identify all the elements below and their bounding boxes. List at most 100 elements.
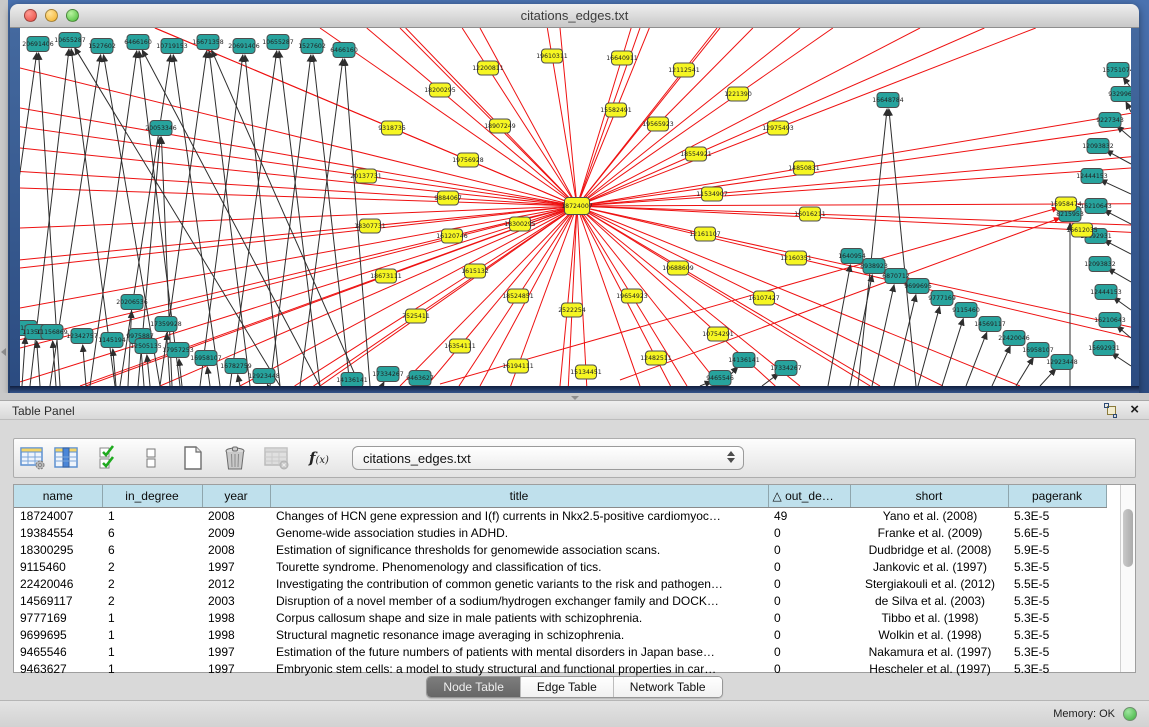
table-scrollbar-thumb[interactable] bbox=[1123, 509, 1133, 567]
network-node-teal[interactable]: 12505135 bbox=[130, 339, 162, 354]
close-panel-icon[interactable]: × bbox=[1130, 403, 1139, 417]
delete-column-button[interactable] bbox=[220, 443, 250, 473]
table-row[interactable]: 1456911722003Disruption of a novel membe… bbox=[14, 592, 1106, 609]
network-node-teal[interactable]: 12093832 bbox=[1084, 257, 1116, 272]
network-node-yellow[interactable]: 16016211 bbox=[794, 207, 826, 221]
citation-graph[interactable]: 2069140610655287152760264661601071915316… bbox=[20, 28, 1131, 386]
network-node-teal[interactable]: 12923448 bbox=[1046, 355, 1078, 370]
show-columns-button[interactable] bbox=[52, 443, 82, 473]
network-node-yellow[interactable]: 18300295 bbox=[504, 217, 536, 231]
network-node-teal[interactable]: 12444153 bbox=[1076, 169, 1108, 184]
network-node-teal[interactable]: 11156869 bbox=[36, 325, 68, 340]
network-node-teal[interactable]: 16958107 bbox=[1022, 343, 1054, 358]
network-canvas[interactable]: 2069140610655287152760264661601071915316… bbox=[20, 28, 1131, 386]
network-node-teal[interactable]: 6870712 bbox=[882, 269, 910, 284]
network-node-yellow[interactable]: 1615132 bbox=[461, 264, 489, 278]
network-node-teal[interactable]: 9227343 bbox=[1096, 113, 1124, 128]
network-node-teal[interactable]: 15692931 bbox=[1088, 341, 1120, 356]
network-node-teal[interactable]: 1640954 bbox=[838, 249, 866, 264]
table-row[interactable]: 977716911998Corpus callosum shape and si… bbox=[14, 609, 1106, 626]
network-node-yellow[interactable]: 2522254 bbox=[558, 303, 586, 317]
network-node-teal[interactable]: 17334267 bbox=[372, 367, 404, 382]
create-column-button[interactable] bbox=[178, 443, 208, 473]
network-node-yellow[interactable]: 18307731 bbox=[354, 219, 386, 233]
table-scrollbar[interactable] bbox=[1120, 485, 1135, 672]
network-node-teal[interactable]: 6466160 bbox=[124, 35, 152, 50]
network-node-teal[interactable]: 14136141 bbox=[728, 353, 760, 368]
network-node-yellow[interactable]: 11534907 bbox=[696, 187, 728, 201]
table-row[interactable]: 946362711997Embryonic stem cells: a mode… bbox=[14, 660, 1106, 677]
network-node-teal[interactable]: 14136141 bbox=[336, 373, 368, 387]
network-node-teal[interactable]: 9777169 bbox=[928, 291, 956, 306]
table-row[interactable]: 911546021997Tourette syndrome. Phenomeno… bbox=[14, 558, 1106, 575]
clear-selection-button[interactable] bbox=[136, 443, 166, 473]
network-node-teal[interactable]: 16671358 bbox=[192, 35, 224, 50]
network-node-teal[interactable]: 12093832 bbox=[1082, 139, 1114, 154]
network-node-teal[interactable]: 9329966 bbox=[1108, 87, 1131, 102]
float-panel-icon[interactable] bbox=[1104, 403, 1118, 417]
network-node-teal[interactable]: 12342757 bbox=[66, 329, 98, 344]
network-node-teal[interactable]: 1527602 bbox=[298, 39, 326, 54]
network-node-teal[interactable]: 12923448 bbox=[248, 369, 280, 384]
function-builder-button[interactable]: f(x) bbox=[304, 443, 334, 473]
table-row[interactable]: 2242004622012Investigating the contribut… bbox=[14, 575, 1106, 592]
network-node-teal[interactable]: 16648784 bbox=[872, 93, 904, 108]
network-node-teal[interactable]: 9465546 bbox=[706, 371, 734, 386]
table-row[interactable]: 1872400712008Changes of HCN gene express… bbox=[14, 507, 1106, 524]
select-rows-button[interactable] bbox=[94, 443, 124, 473]
column-header-name[interactable]: name bbox=[14, 485, 102, 507]
network-node-yellow[interactable]: 16640911 bbox=[606, 51, 638, 65]
table-row[interactable]: 1938455462009Genome-wide association stu… bbox=[14, 524, 1106, 541]
network-node-teal[interactable]: 1145194 bbox=[98, 333, 126, 348]
network-node-teal[interactable]: 17334267 bbox=[770, 361, 802, 376]
network-node-yellow[interactable]: 9318735 bbox=[378, 121, 406, 135]
network-node-teal[interactable]: 16210643 bbox=[1094, 313, 1126, 328]
network-node-hub[interactable]: 18724007 bbox=[561, 198, 593, 215]
tab-network-table[interactable]: Network Table bbox=[614, 677, 722, 697]
network-node-yellow[interactable]: 12112541 bbox=[668, 63, 700, 77]
network-node-yellow[interactable]: 16194111 bbox=[502, 359, 534, 373]
network-node-teal[interactable]: 12444153 bbox=[1090, 285, 1122, 300]
network-node-teal[interactable]: 17359928 bbox=[150, 317, 182, 332]
column-header-title[interactable]: title bbox=[270, 485, 768, 507]
network-node-teal[interactable]: 1527602 bbox=[88, 39, 116, 54]
network-node-yellow[interactable]: 15134451 bbox=[570, 365, 602, 379]
network-node-teal[interactable]: 20691406 bbox=[22, 37, 54, 52]
network-node-teal[interactable]: 22420046 bbox=[998, 331, 1030, 346]
column-header-pagerank[interactable]: pagerank bbox=[1008, 485, 1106, 507]
table-row[interactable]: 1830029562008Estimation of significance … bbox=[14, 541, 1106, 558]
network-node-teal[interactable]: 15751074 bbox=[1102, 63, 1131, 78]
network-node-teal[interactable]: 10719153 bbox=[156, 39, 188, 54]
network-node-teal[interactable]: 17957253 bbox=[162, 343, 194, 358]
network-window-titlebar[interactable]: citations_edges.txt bbox=[10, 4, 1139, 28]
column-header-short[interactable]: short bbox=[850, 485, 1008, 507]
network-node-yellow[interactable]: 16354111 bbox=[444, 339, 476, 353]
network-node-yellow[interactable]: 7525411 bbox=[402, 309, 430, 323]
network-node-teal[interactable]: 9463627 bbox=[406, 371, 434, 386]
network-node-teal[interactable]: 16782759 bbox=[220, 359, 252, 374]
column-header-year[interactable]: year bbox=[202, 485, 270, 507]
network-node-teal[interactable]: 20206536 bbox=[116, 295, 148, 310]
network-node-teal[interactable]: 16958107 bbox=[190, 351, 222, 366]
tab-edge-table[interactable]: Edge Table bbox=[521, 677, 614, 697]
network-node-yellow[interactable]: 9884067 bbox=[434, 191, 462, 205]
network-node-teal[interactable]: 20053346 bbox=[145, 121, 177, 136]
network-node-teal[interactable]: 6466160 bbox=[330, 43, 358, 58]
network-node-teal[interactable]: 14569117 bbox=[974, 317, 1006, 332]
network-node-teal[interactable]: 9699695 bbox=[904, 279, 932, 294]
collapse-arrow-icon[interactable] bbox=[1, 348, 6, 356]
column-header-in_degree[interactable]: in_degree bbox=[102, 485, 202, 507]
column-header-out_de[interactable]: △ out_de… bbox=[768, 485, 850, 507]
network-node-teal[interactable]: 10655287 bbox=[54, 33, 86, 48]
network-node-teal[interactable]: 16210643 bbox=[1080, 199, 1112, 214]
network-node-yellow[interactable]: 18524851 bbox=[502, 289, 534, 303]
network-node-teal[interactable]: 10655287 bbox=[262, 35, 294, 50]
network-node-teal[interactable]: 8938923 bbox=[860, 259, 888, 274]
tab-node-table[interactable]: Node Table bbox=[427, 677, 521, 697]
node-table[interactable]: namein_degreeyeartitle△ out_de…shortpage… bbox=[13, 484, 1136, 673]
network-node-yellow[interactable]: 1221390 bbox=[724, 87, 752, 101]
table-row[interactable]: 946554611997Estimation of the future num… bbox=[14, 643, 1106, 660]
table-row[interactable]: 969969511998Structural magnetic resonanc… bbox=[14, 626, 1106, 643]
network-node-teal[interactable]: 20691406 bbox=[228, 39, 260, 54]
network-node-teal[interactable]: 9115460 bbox=[952, 303, 980, 318]
